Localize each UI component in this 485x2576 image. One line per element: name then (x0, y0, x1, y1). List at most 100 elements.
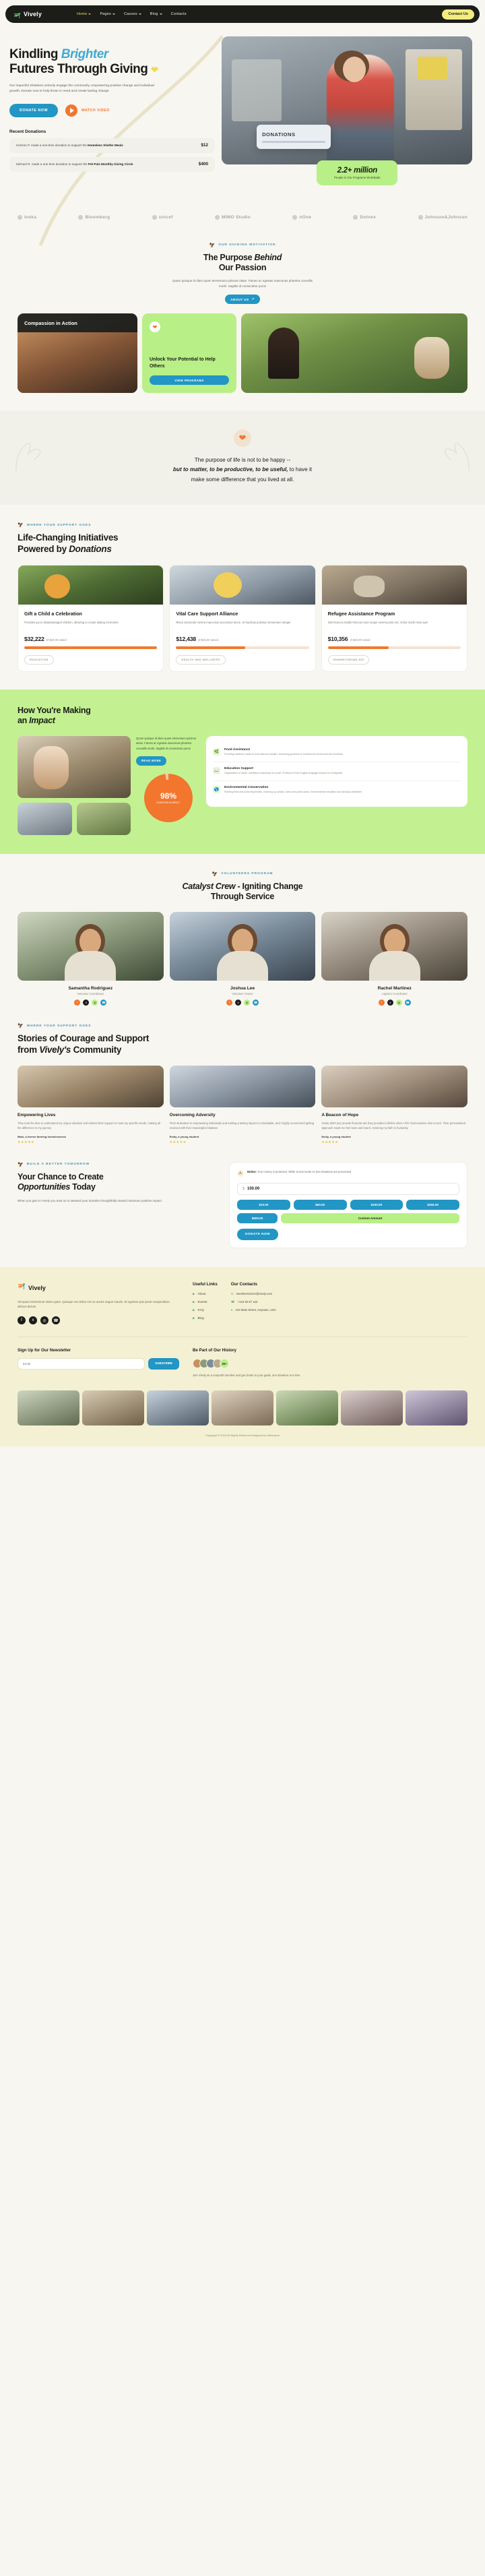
play-icon (65, 104, 78, 117)
member-name: Samantha Rodriguez (68, 986, 113, 991)
list-item: A Beacon of Hope Vively didn't just prov… (321, 1065, 468, 1144)
nav-label: Contacts (170, 12, 187, 16)
amount-preset-500[interactable]: $500.00 (237, 1213, 278, 1223)
donation-cause: Homeless Shelter Meals (88, 143, 123, 147)
member-avatars: 20+ (193, 1359, 467, 1369)
purpose-eyebrow: 🦅 OUR GUIDING MOTIVATION (172, 243, 313, 248)
story-title: Empowering Lives (18, 1112, 56, 1117)
instagram-icon[interactable]: ◎ (244, 1000, 250, 1006)
donut-value: 98% (160, 791, 177, 801)
story-cards: Empowering Lives They took the time to u… (18, 1065, 468, 1144)
custom-amount-button[interactable]: Custom Amount (281, 1213, 459, 1223)
amount-preset-10[interactable]: $10.00 (237, 1199, 290, 1210)
newsletter-block: Sign Up for Our Newsletter SUBSCRIBE (18, 1348, 179, 1370)
nav-item-pages[interactable]: Pages (100, 12, 115, 16)
nav-item-home[interactable]: Home (77, 12, 92, 16)
story-title: Overcoming Adversity (169, 1112, 216, 1117)
impact-content: Quam quisque id diam quam elementum pulv… (18, 735, 467, 835)
hero-text-block: Kindling Brighter Futures Through Giving… (9, 36, 215, 172)
nav-item-blog[interactable]: Blog (150, 12, 162, 16)
whatsapp-icon[interactable]: ☎ (52, 1316, 60, 1325)
newsletter-email-input[interactable] (18, 1358, 146, 1370)
card-image (321, 565, 467, 605)
footer-link-blog[interactable]: ▶ Blog (193, 1316, 218, 1320)
facebook-icon[interactable]: f (226, 1000, 232, 1006)
donate-submit-button[interactable]: DONATE NOW (237, 1228, 278, 1240)
list-item[interactable]: Refugee Assistance Program Nisl rhoncus … (321, 564, 467, 672)
x-icon[interactable]: x (83, 1000, 90, 1006)
status-badge: HUMANITARIAN AID (327, 654, 370, 665)
list-item[interactable]: Gift a Child a Celebration Provides joy … (18, 564, 164, 672)
story-author: Mark, a former farming homelessness (18, 1134, 67, 1138)
heart-hands-icon: ❤ (234, 429, 251, 447)
stat-badge: 2.2+ million People in Our Programs Worl… (317, 160, 398, 185)
hero-section: Kindling Brighter Futures Through Giving… (0, 23, 485, 246)
nav-item-causes[interactable]: Causes (124, 12, 141, 16)
footer-link-about[interactable]: ▶ About (193, 1292, 218, 1296)
table-row: Michael R. made a one-time donation to s… (9, 156, 215, 172)
whatsapp-icon[interactable]: ☎ (100, 1000, 107, 1006)
subscribe-button[interactable]: SUBSCRIBE (148, 1358, 179, 1370)
watch-video-label: WATCH VIDEO (82, 108, 110, 113)
card-amount: $10,356 (327, 636, 348, 643)
footer: Vively Vel quam elementum etiam quam. Qu… (0, 1266, 485, 1446)
card-title: Gift a Child a Celebration (24, 610, 82, 617)
logo-mark-icon (292, 214, 298, 220)
facebook-icon[interactable]: f (378, 1000, 385, 1006)
card-goal: of $25,00 raised (198, 638, 219, 642)
contact-us-button[interactable]: Contact Us (442, 9, 474, 20)
story-description: Their dedication to empowering individua… (169, 1121, 315, 1130)
footer-logo[interactable]: Vively (18, 1282, 179, 1294)
footer-link-events[interactable]: ▶ Events (193, 1300, 218, 1304)
list-item[interactable]: Vital Care Support Alliance Risus commod… (169, 564, 316, 672)
amount-preset-100[interactable]: $100.00 (350, 1199, 403, 1210)
donut-caption: INVESTING IN IMPACT (156, 801, 181, 805)
watch-video-button[interactable]: WATCH VIDEO (65, 104, 110, 117)
chevron-down-icon (159, 13, 162, 15)
member-role: Volunteer Trainer (232, 992, 253, 996)
nav-label: Pages (100, 12, 111, 16)
facebook-icon[interactable]: f (18, 1316, 26, 1325)
compassion-card[interactable]: Compassion in Action (18, 313, 137, 393)
purpose-body: Quam quisque id diam quam elementum pulv… (172, 278, 313, 288)
read-more-button[interactable]: READ MORE (136, 756, 167, 766)
hero-actions: DONATE NOW WATCH VIDEO (9, 103, 215, 117)
amount-preset-250[interactable]: $250.00 (406, 1199, 459, 1210)
footer-contact-address[interactable]: ● 123 Main Street, Anytown, USA (231, 1308, 276, 1312)
logo-mark-icon (418, 214, 423, 220)
rating-stars-icon: ★★★★★ (169, 1140, 187, 1144)
whatsapp-icon[interactable]: ☎ (404, 1000, 411, 1006)
amount-preset-50[interactable]: $50.00 (293, 1199, 347, 1210)
footer-contact-phone[interactable]: ☎ +123 45 67 123 (231, 1300, 276, 1304)
donation-text-pre: Michael R. made a one-time donation to s… (16, 162, 88, 166)
facebook-icon[interactable]: f (74, 1000, 81, 1006)
chevron-down-icon (138, 13, 141, 15)
instagram-icon[interactable]: ◎ (395, 1000, 402, 1006)
amount-input[interactable]: $ 100.00 (237, 1182, 459, 1195)
logo-mark-icon (215, 214, 220, 220)
card-description: Nisl rhoncus mattis rhoncus urna neque v… (327, 621, 428, 625)
list-item: Empowering Lives They took the time to u… (18, 1065, 164, 1144)
card-description: Provides joy to disadvantaged children, … (24, 621, 119, 625)
caret-right-icon: ▶ (193, 1308, 195, 1312)
purpose-eyebrow-label: OUR GUIDING MOTIVATION (218, 243, 276, 247)
footer-brand-name: Vively (28, 1284, 46, 1291)
view-programs-button[interactable]: VIEW PROGRAMS (150, 375, 229, 385)
nav-label: Home (77, 12, 88, 16)
vively-logo-icon (18, 1282, 26, 1294)
footer-contact-email[interactable]: ✉ memberservice@vively.com (231, 1292, 276, 1296)
nav-item-contacts[interactable]: Contacts (171, 12, 187, 16)
stat-caption: People in Our Programs Worldwide (333, 175, 381, 179)
x-icon[interactable]: x (235, 1000, 241, 1006)
donate-now-button[interactable]: DONATE NOW (9, 103, 59, 117)
x-icon[interactable]: x (387, 1000, 393, 1006)
instagram-icon[interactable]: ◎ (92, 1000, 98, 1006)
footer-link-faq[interactable]: ▶ FAQ (193, 1308, 218, 1312)
instagram-icon[interactable]: ◎ (40, 1316, 48, 1325)
about-us-button[interactable]: ABOUT US ↗ (225, 295, 260, 304)
x-icon[interactable]: x (29, 1316, 37, 1325)
whatsapp-icon[interactable]: ☎ (253, 1000, 259, 1006)
card-goal: of $20,00 raised (350, 638, 370, 642)
brand-logo[interactable]: Vively (13, 11, 42, 18)
hand-illustration-left-icon (15, 442, 41, 471)
